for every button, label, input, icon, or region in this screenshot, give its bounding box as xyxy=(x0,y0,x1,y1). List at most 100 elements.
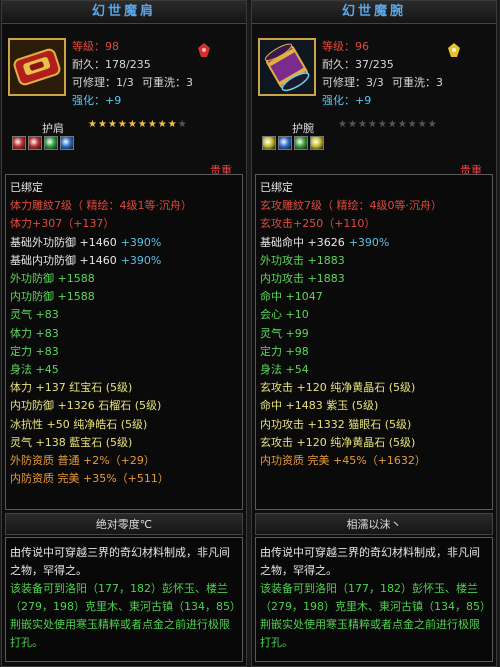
gem-socket-icon[interactable] xyxy=(44,136,58,150)
item-title: 幻世魔腕 xyxy=(252,1,496,24)
item-durability: 耐久：178/235 xyxy=(72,58,151,71)
attribute-row: 内功资质 完美 +45%（+1632） xyxy=(260,452,488,470)
star-icon: ★ xyxy=(117,119,128,130)
item-repairable: 可修理：1/3 xyxy=(72,76,134,89)
attribute-bonus: +390% xyxy=(120,235,162,249)
attribute-row: 体力雕紋7级（ 精绘：4级1等·沉舟） xyxy=(10,197,238,215)
item-enhance: 强化：+9 xyxy=(72,94,122,107)
item-level: 等級：98 xyxy=(72,40,119,53)
gem-socket-icon[interactable] xyxy=(60,136,74,150)
attribute-text: 身法 +45 xyxy=(10,363,59,377)
attribute-text: 已绑定 xyxy=(260,181,293,194)
description-lore: 由传说中可穿越三界的奇幻材料制成，非凡间之物，罕得之。 xyxy=(10,546,230,577)
enhance-stars: ★★★★★★★★★★ xyxy=(88,119,188,130)
attribute-row: 灵气 +83 xyxy=(10,306,238,324)
attribute-text: 定力 +83 xyxy=(10,344,59,358)
item-level: 等级：96 xyxy=(322,40,369,53)
attribute-text: 玄攻雕紋7级（ 精绘：4级0等·沉舟） xyxy=(260,199,442,213)
attribute-row: 基础内功防御 +1460 +390% xyxy=(10,252,238,270)
attribute-row: 会心 +10 xyxy=(260,306,488,324)
attribute-row: 外防资质 普通 +2%（+29） xyxy=(10,452,238,470)
item-owner: 绝对零度℃ xyxy=(5,513,243,535)
gem-socket-icon[interactable] xyxy=(310,136,324,150)
attribute-text: 内防资质 完美 +35%（+511） xyxy=(10,472,169,486)
attribute-row: 灵气 +99 xyxy=(260,325,488,343)
attribute-row: 已绑定 xyxy=(10,179,238,197)
star-icon: ★ xyxy=(167,119,178,130)
gem-socket-icon[interactable] xyxy=(28,136,42,150)
star-icon: ★ xyxy=(177,119,188,130)
attribute-row: 命中 +1483 紫玉 (5级) xyxy=(260,397,488,415)
enhance-stars: ★★★★★★★★★★ xyxy=(338,119,438,130)
bracer-item-icon[interactable] xyxy=(258,38,316,96)
gem-sockets xyxy=(262,136,324,150)
item-header: 等級：98 耐久：178/235 可修理：1/3 强化：+9 可重洗：3 护肩 … xyxy=(2,24,246,177)
shoulder-item-icon[interactable] xyxy=(8,38,66,96)
attribute-bonus: +390% xyxy=(348,235,390,249)
attribute-text: 基础内功防御 +1460 xyxy=(10,253,117,267)
item-reset: 可重洗：3 xyxy=(392,76,443,89)
star-icon: ★ xyxy=(88,119,98,130)
attribute-text: 命中 +1047 xyxy=(260,290,323,304)
attribute-row: 内防资质 完美 +35%（+511） xyxy=(10,470,238,488)
attribute-row: 定力 +98 xyxy=(260,343,488,361)
attribute-text: 灵气 +138 藍宝石 (5级) xyxy=(10,435,133,449)
attribute-bonus: +390% xyxy=(120,253,162,267)
star-icon: ★ xyxy=(338,119,348,130)
item-stats: 等级：96 耐久：37/235 可修理：3/3 强化：+9 xyxy=(322,38,394,110)
attribute-row: 内功防御 +1588 xyxy=(10,288,238,306)
gem-socket-icon[interactable] xyxy=(278,136,292,150)
attribute-text: 内功攻击 +1332 猫眼石 (5级) xyxy=(260,417,412,431)
description-lore: 由传说中可穿越三界的奇幻材料制成，非凡间之物，罕得之。 xyxy=(260,546,480,577)
attribute-row: 已绑定 xyxy=(260,179,488,197)
tooltip-panel-right: 幻世魔腕 等级：96 耐久：37/235 可修理：3/3 强化：+9 可重洗：3… xyxy=(251,0,497,667)
gem-socket-icon[interactable] xyxy=(262,136,276,150)
item-reset: 可重洗：3 xyxy=(142,76,193,89)
attribute-text: 内功资质 完美 +45%（+1632） xyxy=(260,454,426,468)
attribute-row: 外功防御 +1588 xyxy=(10,270,238,288)
attribute-row: 身法 +54 xyxy=(260,361,488,379)
attribute-text: 内功防御 +1588 xyxy=(10,290,95,304)
attribute-row: 命中 +1047 xyxy=(260,288,488,306)
slot-label: 护肩 xyxy=(42,122,64,135)
attribute-row: 定力 +83 xyxy=(10,343,238,361)
attribute-text: 玄攻击 +120 纯净黄晶石 (5级) xyxy=(260,381,416,395)
star-icon: ★ xyxy=(397,119,408,130)
attribute-row: 玄攻雕紋7级（ 精绘：4级0等·沉舟） xyxy=(260,197,488,215)
gem-socket-icon[interactable] xyxy=(294,136,308,150)
attribute-text: 定力 +98 xyxy=(260,344,309,358)
star-icon: ★ xyxy=(347,119,358,130)
attribute-row: 玄攻击 +120 纯净黄晶石 (5级) xyxy=(260,434,488,452)
attribute-text: 体力 +137 红宝石 (5级) xyxy=(10,381,133,395)
attribute-row: 玄攻击 +120 纯净黄晶石 (5级) xyxy=(260,379,488,397)
item-title: 幻世魔肩 xyxy=(2,1,246,24)
bind-icon xyxy=(196,42,212,58)
item-owner: 相濡以沫丶 xyxy=(255,513,493,535)
description-hint: 该装备可到洛阳（177，182）彭怀玉、楼兰（279，198）克里木、東河古镇（… xyxy=(10,582,236,649)
attribute-text: 外功攻击 +1883 xyxy=(260,253,345,267)
attribute-text: 冰抗性 +50 纯净皓石 (5级) xyxy=(10,417,148,431)
attribute-row: 内功防御 +1326 石榴石 (5级) xyxy=(10,397,238,415)
star-icon: ★ xyxy=(367,119,378,130)
attribute-text: 会心 +10 xyxy=(260,308,309,322)
attribute-row: 基础命中 +3626 +390% xyxy=(260,234,488,252)
star-icon: ★ xyxy=(357,119,368,130)
attribute-text: 命中 +1483 紫玉 (5级) xyxy=(260,399,379,413)
attribute-text: 内功攻击 +1883 xyxy=(260,272,345,286)
attribute-row: 冰抗性 +50 纯净皓石 (5级) xyxy=(10,416,238,434)
item-repairable: 可修理：3/3 xyxy=(322,76,384,89)
attribute-row: 玄攻击+250（+110） xyxy=(260,215,488,233)
star-icon: ★ xyxy=(387,119,398,130)
gem-socket-icon[interactable] xyxy=(12,136,26,150)
attribute-text: 身法 +54 xyxy=(260,363,309,377)
attribute-row: 灵气 +138 藍宝石 (5级) xyxy=(10,434,238,452)
attribute-text: 玄攻击 +120 纯净黄晶石 (5级) xyxy=(260,435,416,449)
attribute-text: 灵气 +99 xyxy=(260,326,309,340)
attribute-text: 外功防御 +1588 xyxy=(10,272,95,286)
attribute-row: 体力 +83 xyxy=(10,325,238,343)
description-hint: 该装备可到洛阳（177，182）彭怀玉、楼兰（279，198）克里木、東河古镇（… xyxy=(260,582,486,649)
star-icon: ★ xyxy=(97,119,108,130)
attribute-row: 内功攻击 +1883 xyxy=(260,270,488,288)
attribute-row: 基础外功防御 +1460 +390% xyxy=(10,234,238,252)
attribute-text: 灵气 +83 xyxy=(10,308,59,322)
